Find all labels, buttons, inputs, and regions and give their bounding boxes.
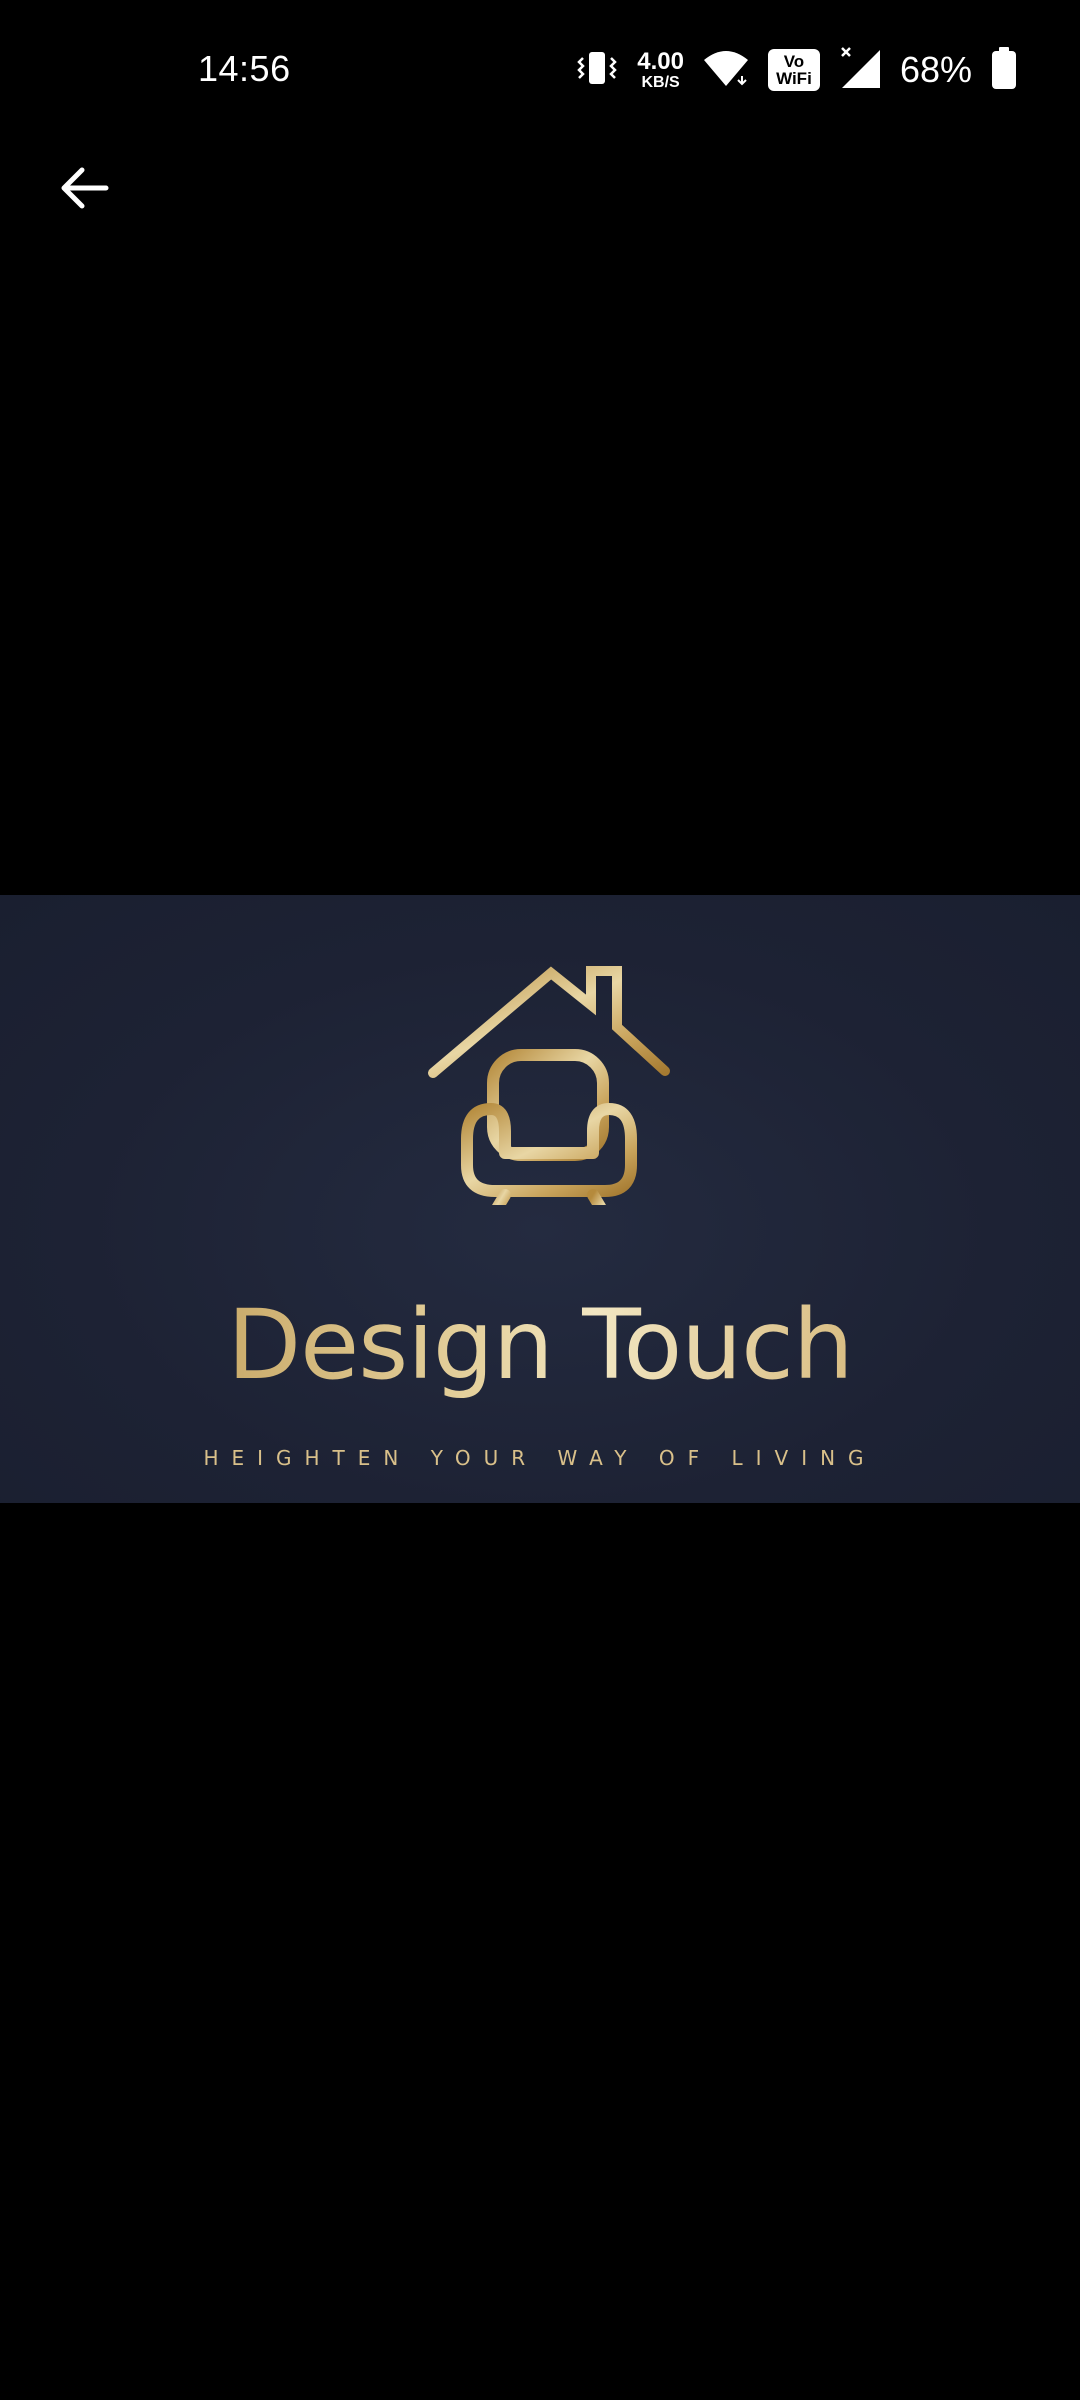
network-speed: 4.00 KB/S (637, 47, 684, 91)
arrow-left-icon (56, 160, 112, 221)
banner-image: Design Touch HEIGHTEN YOUR WAY OF LIVING (0, 895, 1080, 1503)
back-button[interactable] (44, 150, 124, 230)
network-speed-unit: KB/S (641, 73, 680, 91)
tagline: HEIGHTEN YOUR WAY OF LIVING (203, 1446, 877, 1470)
vowifi-top: Vo (783, 52, 805, 71)
status-icons: 4.00 KB/S Vo WiFi 68% (575, 40, 1018, 100)
vowifi-bottom: WiFi (776, 69, 812, 88)
brand-name: Design Touch (0, 1290, 1080, 1400)
status-bar: 14:56 4.00 KB/S Vo WiFi 68% (0, 0, 1080, 140)
wifi-icon (702, 48, 750, 93)
battery-icon (990, 46, 1018, 95)
status-time: 14:56 (198, 48, 291, 89)
battery-percent: 68% (899, 49, 972, 90)
vibrate-icon (575, 48, 619, 93)
vowifi-icon: Vo WiFi (767, 49, 820, 91)
network-speed-value: 4.00 (637, 47, 684, 75)
cell-signal-icon (838, 46, 882, 95)
house-armchair-logo (425, 925, 675, 1231)
